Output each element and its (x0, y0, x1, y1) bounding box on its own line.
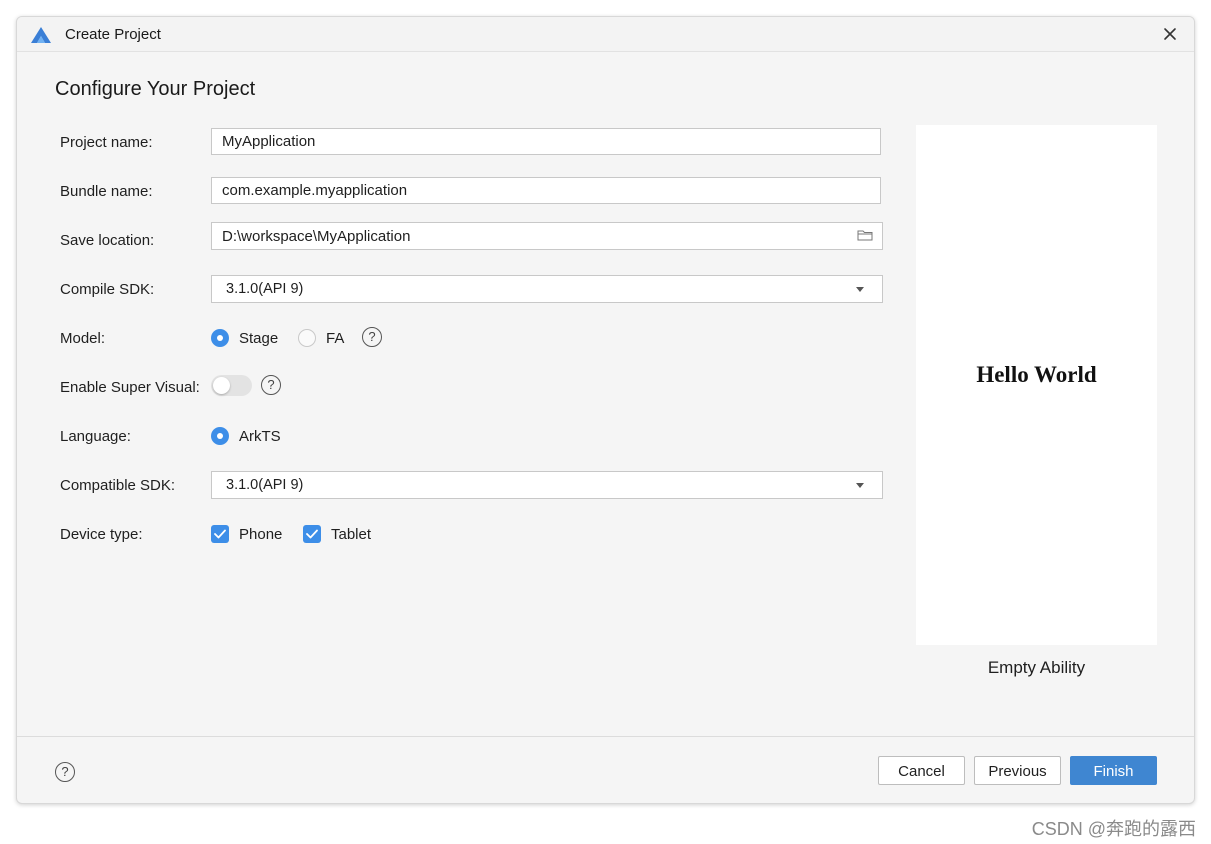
title-bar: Create Project (17, 17, 1194, 52)
compatible-sdk-value: 3.1.0(API 9) (226, 477, 304, 493)
chevron-down-icon (856, 287, 864, 292)
previous-button[interactable]: Previous (974, 756, 1061, 785)
super-visual-label: Enable Super Visual: (60, 379, 200, 396)
device-type-label: Device type: (60, 526, 143, 543)
page-title: Configure Your Project (55, 78, 256, 100)
model-help-icon[interactable]: ? (362, 327, 382, 347)
compile-sdk-select[interactable]: 3.1.0(API 9) (211, 275, 883, 303)
compile-sdk-value: 3.1.0(API 9) (226, 281, 304, 297)
save-location-input[interactable] (211, 222, 883, 250)
save-location-label: Save location: (60, 232, 155, 249)
model-fa-label: FA (326, 330, 345, 347)
model-stage-label: Stage (239, 330, 279, 347)
checkmark-icon (306, 529, 318, 539)
model-label: Model: (60, 330, 106, 347)
deveco-logo-icon (31, 27, 51, 43)
finish-button[interactable]: Finish (1070, 756, 1157, 785)
checkmark-icon (214, 529, 226, 539)
preview-hello-text: Hello World (976, 362, 1097, 387)
bundle-name-label: Bundle name: (60, 183, 153, 200)
toggle-knob (213, 377, 230, 394)
device-tablet-checkbox[interactable] (303, 525, 321, 543)
bundle-name-input[interactable] (211, 177, 881, 204)
window-title: Create Project (65, 26, 161, 43)
model-stage-radio[interactable] (211, 329, 229, 347)
watermark: CSDN @奔跑的露西 (1031, 819, 1196, 839)
compatible-sdk-label: Compatible SDK: (60, 477, 176, 494)
folder-icon[interactable] (857, 229, 873, 241)
close-icon[interactable] (1160, 24, 1180, 44)
template-name: Empty Ability (987, 658, 1086, 677)
template-preview: Hello World (916, 125, 1157, 645)
device-tablet-label: Tablet (331, 526, 372, 543)
device-phone-checkbox[interactable] (211, 525, 229, 543)
footer-divider (17, 736, 1194, 737)
chevron-down-icon (856, 483, 864, 488)
super-visual-help-icon[interactable]: ? (261, 375, 281, 395)
device-phone-label: Phone (239, 526, 283, 543)
save-location-field (211, 222, 883, 250)
create-project-dialog: Create Project Configure Your Project Pr… (16, 16, 1195, 804)
language-arkts-label: ArkTS (239, 428, 281, 445)
model-fa-radio[interactable] (298, 329, 316, 347)
dialog-help-icon[interactable]: ? (55, 762, 75, 782)
project-name-label: Project name: (60, 134, 153, 151)
cancel-button[interactable]: Cancel (878, 756, 965, 785)
super-visual-toggle[interactable] (211, 375, 252, 396)
project-name-input[interactable] (211, 128, 881, 155)
compatible-sdk-select[interactable]: 3.1.0(API 9) (211, 471, 883, 499)
language-arkts-radio[interactable] (211, 427, 229, 445)
compile-sdk-label: Compile SDK: (60, 281, 155, 298)
language-label: Language: (60, 428, 131, 445)
